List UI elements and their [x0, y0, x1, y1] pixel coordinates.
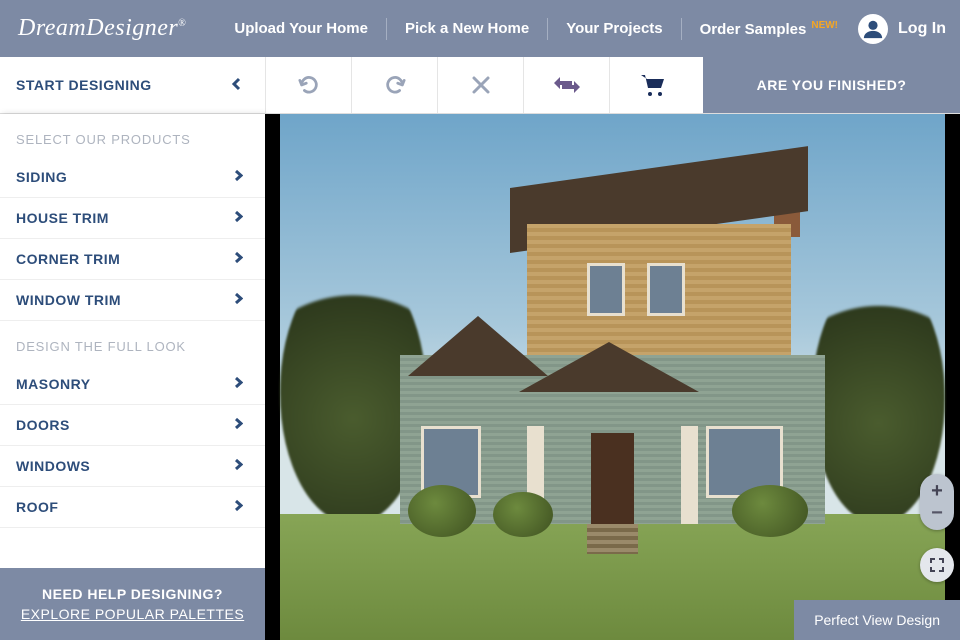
house-scene	[280, 114, 945, 640]
front-steps	[587, 524, 638, 553]
header: DreamDesigner® Upload Your Home Pick a N…	[0, 0, 960, 57]
toolbar-row: START DESIGNING ARE YOU FINISHED?	[0, 57, 960, 114]
sidebar-item-label: CORNER TRIM	[16, 251, 120, 267]
finished-button[interactable]: ARE YOU FINISHED?	[703, 57, 960, 113]
logo-part1: Dream	[18, 15, 86, 41]
chevron-right-icon	[234, 458, 243, 474]
avatar-icon[interactable]	[858, 14, 888, 44]
redo-icon	[384, 74, 406, 96]
design-canvas[interactable]: + − Perfect View Design	[265, 114, 960, 640]
section-title-full-look: DESIGN THE FULL LOOK	[0, 321, 265, 364]
start-designing-header[interactable]: START DESIGNING	[0, 57, 265, 113]
new-badge: NEW!	[811, 20, 838, 31]
main-area: SELECT OUR PRODUCTS SIDING HOUSE TRIM CO…	[0, 114, 960, 640]
sidebar-item-corner-trim[interactable]: CORNER TRIM	[0, 239, 265, 280]
undo-button[interactable]	[265, 57, 351, 113]
chevron-right-icon	[234, 417, 243, 433]
close-icon	[471, 75, 491, 95]
cart-button[interactable]	[609, 57, 695, 113]
nav-pick-home[interactable]: Pick a New Home	[387, 20, 547, 37]
chevron-right-icon	[234, 251, 243, 267]
logo-part2: Designer	[86, 15, 178, 41]
sidebar-item-label: HOUSE TRIM	[16, 210, 109, 226]
sidebar-item-window-trim[interactable]: WINDOW TRIM	[0, 280, 265, 321]
swap-icon	[554, 75, 580, 95]
sidebar-item-roof[interactable]: ROOF	[0, 487, 265, 528]
window-upper-2	[647, 263, 685, 315]
expand-icon	[929, 557, 945, 573]
undo-icon	[298, 74, 320, 96]
sidebar-item-label: DOORS	[16, 417, 70, 433]
section-title-products: SELECT OUR PRODUCTS	[0, 114, 265, 157]
sidebar: SELECT OUR PRODUCTS SIDING HOUSE TRIM CO…	[0, 114, 265, 640]
zoom-out-button[interactable]: −	[931, 502, 943, 524]
chevron-right-icon	[234, 169, 243, 185]
chevron-right-icon	[234, 376, 243, 392]
chevron-right-icon	[234, 210, 243, 226]
sidebar-item-label: WINDOW TRIM	[16, 292, 121, 308]
porch-roof	[519, 342, 706, 401]
start-designing-label: START DESIGNING	[16, 77, 152, 93]
house	[400, 198, 826, 524]
fullscreen-button[interactable]	[920, 548, 954, 582]
bush	[732, 485, 809, 537]
help-title: NEED HELP DESIGNING?	[10, 586, 255, 602]
sidebar-item-label: MASONRY	[16, 376, 91, 392]
sidebar-item-masonry[interactable]: MASONRY	[0, 364, 265, 405]
sidebar-item-siding[interactable]: SIDING	[0, 157, 265, 198]
registered-mark: ®	[178, 18, 186, 29]
bush	[493, 492, 553, 538]
nav-your-projects[interactable]: Your Projects	[548, 20, 680, 37]
user-area: Log In	[858, 14, 946, 44]
chevron-right-icon	[234, 292, 243, 308]
swap-button[interactable]	[523, 57, 609, 113]
sidebar-item-house-trim[interactable]: HOUSE TRIM	[0, 198, 265, 239]
chevron-right-icon	[234, 499, 243, 515]
pillar-2	[681, 426, 698, 524]
zoom-in-button[interactable]: +	[931, 480, 943, 502]
login-link[interactable]: Log In	[898, 20, 946, 38]
sidebar-item-label: SIDING	[16, 169, 67, 185]
toolbar: ARE YOU FINISHED?	[265, 57, 960, 113]
main-nav: Upload Your Home Pick a New Home Your Pr…	[216, 18, 858, 40]
help-box: NEED HELP DESIGNING? EXPLORE POPULAR PAL…	[0, 568, 265, 640]
sidebar-item-label: WINDOWS	[16, 458, 90, 474]
zoom-control: + −	[920, 474, 954, 530]
nav-upload-home[interactable]: Upload Your Home	[216, 20, 386, 37]
close-button[interactable]	[437, 57, 523, 113]
window-upper-1	[587, 263, 625, 315]
perfect-view-button[interactable]: Perfect View Design	[794, 600, 960, 640]
logo[interactable]: DreamDesigner®	[18, 15, 186, 42]
chevron-left-icon	[231, 77, 241, 94]
help-palettes-link[interactable]: EXPLORE POPULAR PALETTES	[10, 606, 255, 622]
redo-button[interactable]	[351, 57, 437, 113]
front-door	[591, 433, 634, 524]
nav-order-samples[interactable]: Order Samples NEW!	[682, 20, 856, 38]
sidebar-item-doors[interactable]: DOORS	[0, 405, 265, 446]
sidebar-item-label: ROOF	[16, 499, 58, 515]
cart-icon	[640, 73, 666, 97]
sidebar-item-windows[interactable]: WINDOWS	[0, 446, 265, 487]
nav-order-samples-label: Order Samples	[700, 21, 807, 38]
